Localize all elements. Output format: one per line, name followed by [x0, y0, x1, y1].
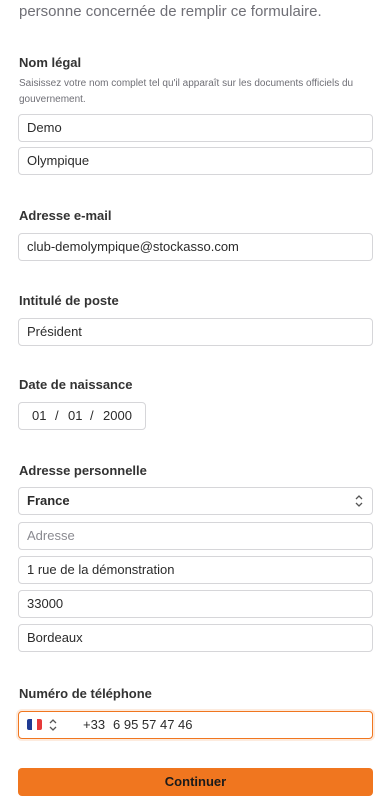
phone-country-code: +33 [83, 717, 106, 732]
phone-number-value[interactable]: 6 95 57 47 46 [113, 712, 193, 737]
chevron-up-down-icon[interactable] [48, 718, 58, 732]
phone-label: Numéro de téléphone [19, 686, 152, 701]
date-separator: / [55, 408, 59, 423]
country-select-value: France [27, 493, 70, 508]
date-separator: / [90, 408, 94, 423]
country-select[interactable]: France [18, 487, 373, 515]
intro-text: personne concernée de remplir ce formula… [19, 3, 322, 20]
france-flag-icon[interactable] [27, 719, 42, 730]
legal-name-help-text: Saisissez votre nom complet tel qu'il ap… [19, 78, 354, 105]
job-title-label: Intitulé de poste [19, 293, 119, 308]
address-line1-input[interactable]: Adresse [18, 522, 373, 550]
continue-button[interactable]: Continuer [18, 768, 373, 796]
birth-month-field[interactable]: 01 [68, 403, 82, 429]
birth-year-field[interactable]: 2000 [103, 403, 132, 429]
email-input[interactable]: club-demolympique@stockasso.com [18, 233, 373, 261]
postal-code-input[interactable]: 33000 [18, 590, 373, 618]
birth-day-field[interactable]: 01 [32, 403, 46, 429]
job-title-input[interactable]: Président [18, 318, 373, 346]
birth-date-input[interactable]: 01 / 01 / 2000 [18, 402, 146, 430]
birth-date-label: Date de naissance [19, 377, 133, 392]
first-name-input[interactable]: Demo [18, 114, 373, 142]
phone-input[interactable]: +33 6 95 57 47 46 [18, 711, 373, 739]
city-input[interactable]: Bordeaux [18, 624, 373, 652]
chevron-up-down-icon [355, 495, 363, 507]
last-name-input[interactable]: Olympique [18, 147, 373, 175]
legal-name-label: Nom légal [19, 55, 82, 70]
email-label: Adresse e-mail [19, 208, 112, 223]
address-label: Adresse personnelle [19, 463, 147, 478]
address-line2-input[interactable]: 1 rue de la démonstration [18, 556, 373, 584]
